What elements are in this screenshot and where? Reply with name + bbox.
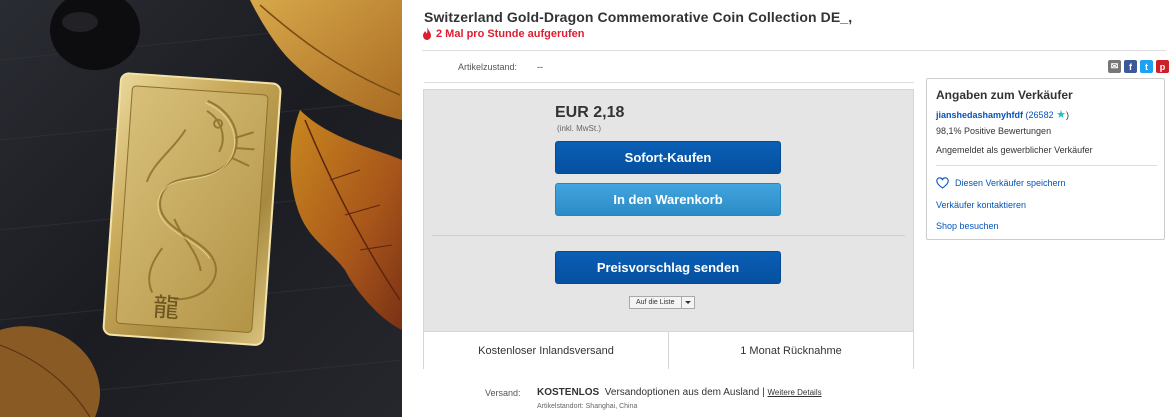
make-offer-button[interactable]: Preisvorschlag senden bbox=[555, 251, 781, 284]
mail-icon[interactable]: ✉ bbox=[1108, 60, 1121, 73]
gold-bar-photo: 龍 bbox=[0, 0, 402, 417]
chevron-down-icon[interactable] bbox=[680, 297, 694, 308]
watchlist-label[interactable]: Auf die Liste bbox=[630, 297, 681, 308]
share-bar: ✉ f t p bbox=[1108, 60, 1169, 73]
business-seller-note: Angemeldet als gewerblicher Verkäufer bbox=[936, 145, 1093, 155]
visit-shop-link[interactable]: Shop besuchen bbox=[936, 221, 999, 231]
buy-now-button[interactable]: Sofort-Kaufen bbox=[555, 141, 781, 174]
seller-divider bbox=[936, 165, 1157, 166]
facebook-icon[interactable]: f bbox=[1124, 60, 1137, 73]
condition-label: Artikelzustand: bbox=[458, 62, 518, 72]
bar-glyph: 龍 bbox=[152, 293, 180, 325]
condition-row: Artikelzustand: -- ✉ f t p bbox=[424, 60, 1169, 76]
add-to-cart-button[interactable]: In den Warenkorb bbox=[555, 183, 781, 216]
returns-note: 1 Monat Rücknahme bbox=[668, 332, 913, 369]
twitter-icon[interactable]: t bbox=[1140, 60, 1153, 73]
feedback-close: ) bbox=[1065, 110, 1069, 120]
buy-box-divider bbox=[432, 235, 905, 236]
shipping-label: Versand: bbox=[485, 388, 521, 398]
shipping-details-link[interactable]: Weitere Details bbox=[768, 388, 822, 397]
seller-panel: Angaben zum Verkäufer jianshedashamyhfdf… bbox=[926, 78, 1165, 240]
seller-heading: Angaben zum Verkäufer bbox=[936, 88, 1073, 102]
seller-name-link[interactable]: jianshedashamyhfdf bbox=[936, 110, 1023, 120]
condition-value: -- bbox=[537, 62, 543, 72]
item-title: Switzerland Gold-Dragon Commemorative Co… bbox=[424, 9, 853, 25]
feedback-score[interactable]: 26582 bbox=[1029, 110, 1054, 120]
product-image[interactable]: 龍 bbox=[0, 0, 402, 417]
contact-seller-link[interactable]: Verkäufer kontaktieren bbox=[936, 200, 1026, 210]
watchlist-button[interactable]: Auf die Liste bbox=[629, 296, 695, 309]
flame-icon bbox=[423, 27, 431, 40]
save-seller-link[interactable]: Diesen Verkäufer speichern bbox=[936, 177, 1066, 189]
save-seller-label[interactable]: Diesen Verkäufer speichern bbox=[955, 178, 1066, 188]
positive-feedback: 98,1% Positive Bewertungen bbox=[936, 126, 1052, 136]
free-shipping-note: Kostenloser Inlandsversand bbox=[478, 344, 614, 357]
shipping-cost: KOSTENLOS bbox=[537, 387, 600, 398]
title-divider bbox=[422, 50, 1166, 51]
buy-box: EUR 2,18 (inkl. MwSt.) Sofort-Kaufen In … bbox=[423, 89, 914, 369]
heart-icon[interactable] bbox=[936, 177, 949, 189]
shipping-value: KOSTENLOS Versandoptionen aus dem Auslan… bbox=[537, 387, 822, 398]
vat-note: (inkl. MwSt.) bbox=[557, 124, 601, 133]
watchers-indicator: 2 Mal pro Stunde aufgerufen bbox=[422, 27, 585, 40]
pinterest-icon[interactable]: p bbox=[1156, 60, 1169, 73]
price: EUR 2,18 bbox=[555, 104, 625, 121]
buy-box-footer: Kostenloser Inlandsversand 1 Monat Rückn… bbox=[424, 331, 913, 369]
seller-name-row: jianshedashamyhfdf (26582 ★) bbox=[936, 108, 1069, 121]
star-icon: ★ bbox=[1056, 109, 1066, 121]
item-location: Artikelstandort: Shanghai, China bbox=[537, 403, 638, 410]
shipping-options: Versandoptionen aus dem Ausland | bbox=[604, 387, 765, 398]
condition-divider bbox=[424, 82, 914, 83]
watchers-text: 2 Mal pro Stunde aufgerufen bbox=[436, 27, 585, 40]
